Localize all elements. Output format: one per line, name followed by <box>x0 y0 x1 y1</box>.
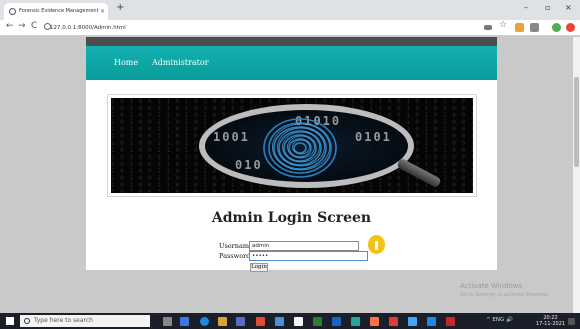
globe-icon <box>9 8 16 15</box>
profile-extension-icon[interactable] <box>530 23 539 32</box>
activate-windows-subtitle: Go to Settings to activate Windows. <box>460 292 550 298</box>
tab-close-icon[interactable]: × <box>100 3 105 20</box>
app-icon-3[interactable] <box>256 317 265 326</box>
app-icon-5[interactable] <box>294 317 303 326</box>
scrollbar[interactable] <box>573 37 580 313</box>
app-icon-8[interactable] <box>351 317 360 326</box>
system-tray[interactable]: ^ ENG 🔊 <box>486 317 513 323</box>
taskbar-clock[interactable]: 20:22 17-11-2021 <box>536 315 565 327</box>
password-field[interactable]: ••••• <box>249 251 368 261</box>
update-icon[interactable] <box>566 23 575 32</box>
app-icon-4[interactable] <box>275 317 284 326</box>
address-bar: ← → C 127.0.0.1:8000/Admin.html ☆ <box>0 20 580 36</box>
fingerprint-icon <box>263 118 337 178</box>
username-field[interactable]: admin <box>249 241 359 251</box>
tab-title: Forensic Evidence Management <box>19 8 99 14</box>
page-title: Admin Login Screen <box>211 210 372 226</box>
search-icon <box>24 318 30 324</box>
notification-icon[interactable] <box>568 318 575 325</box>
browser-tab[interactable]: Forensic Evidence Management × <box>4 3 108 20</box>
app-icon-6[interactable] <box>313 317 322 326</box>
lens-digits-left: 1001 <box>213 130 250 144</box>
minimize-button[interactable]: – <box>524 3 528 12</box>
maximize-button[interactable]: ▫ <box>545 3 550 12</box>
close-window-button[interactable]: × <box>565 3 572 12</box>
tab-bar: Forensic Evidence Management × + – ▫ × <box>0 0 580 20</box>
taskbar-search-box[interactable]: Type here to search <box>20 315 150 327</box>
forward-icon[interactable]: → <box>18 21 26 31</box>
nav-administrator-link[interactable]: Administrator <box>152 58 209 67</box>
password-label: Password <box>219 252 251 260</box>
app-icon-11[interactable] <box>408 317 417 326</box>
main-content: 1 0 1 0 0 1 1 0 1 0 1 0 0 1 0 1 1 0 1 0 … <box>86 80 497 272</box>
lens-digits-right: 0101 <box>355 130 392 144</box>
activate-windows-title: Activate Windows <box>460 282 523 290</box>
clock-date: 17-11-2021 <box>536 321 566 327</box>
login-button[interactable]: Login <box>250 263 268 272</box>
fingerprint-image: 1 0 1 0 0 1 1 0 1 0 1 0 0 1 0 1 1 0 1 0 … <box>111 98 473 193</box>
key-icon <box>368 235 385 254</box>
extension-icon[interactable] <box>515 23 524 32</box>
key-extension-icon[interactable] <box>484 25 492 30</box>
app-icon-13[interactable] <box>446 317 455 326</box>
star-icon[interactable]: ☆ <box>499 20 508 30</box>
back-icon[interactable]: ← <box>6 21 14 31</box>
app-icon-1[interactable] <box>180 317 189 326</box>
nav-home-link[interactable]: Home <box>114 58 138 67</box>
lens-digits-bottom: 010 <box>235 158 263 172</box>
app-icon-7[interactable] <box>332 317 341 326</box>
url-field[interactable]: 127.0.0.1:8000/Admin.html <box>50 22 480 34</box>
file-explorer-icon[interactable] <box>218 317 227 326</box>
new-tab-button[interactable]: + <box>116 2 124 13</box>
username-label: Username <box>219 242 253 250</box>
task-view-icon[interactable] <box>163 317 172 326</box>
account-avatar-icon[interactable] <box>552 23 561 32</box>
top-strip <box>86 37 497 46</box>
app-icon-2[interactable] <box>236 317 245 326</box>
reload-icon[interactable]: C <box>31 21 37 31</box>
windows-taskbar: Type here to search ^ ENG 🔊 20:22 17-11-… <box>0 313 580 329</box>
scroll-thumb[interactable] <box>574 77 579 167</box>
search-placeholder: Type here to search <box>34 317 93 324</box>
windows-start-icon[interactable] <box>6 317 14 325</box>
app-icon-12[interactable] <box>427 317 436 326</box>
app-icon-10[interactable] <box>389 317 398 326</box>
edge-icon[interactable] <box>200 317 209 326</box>
site-navbar: Home Administrator <box>86 46 497 80</box>
app-icon-9[interactable] <box>370 317 379 326</box>
fingerprint-banner: 1 0 1 0 0 1 1 0 1 0 1 0 0 1 0 1 1 0 1 0 … <box>107 94 477 197</box>
magnifying-glass-icon: 01010 1001 0101 010 <box>199 104 414 188</box>
